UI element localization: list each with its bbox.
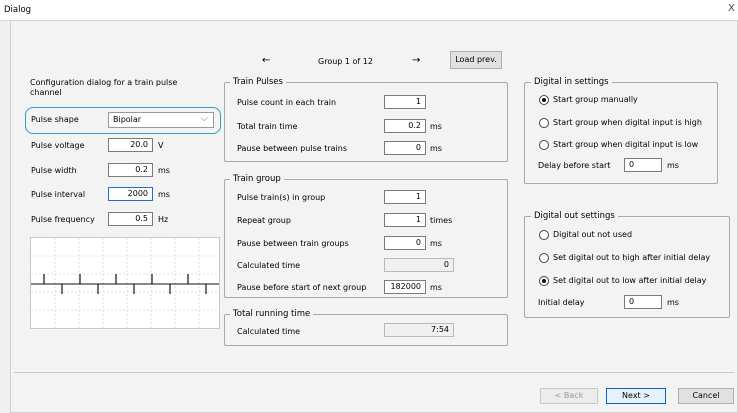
delay-before-start-input[interactable]: 0	[624, 158, 662, 172]
group-indicator: Group 1 of 12	[318, 57, 373, 66]
back-button[interactable]: < Back	[540, 388, 598, 404]
pulse-count-input[interactable]: 1	[384, 95, 426, 109]
start-input-high-radio[interactable]	[539, 118, 549, 128]
total-calculated-time-label: Calculated time	[237, 327, 301, 336]
cancel-button[interactable]: Cancel	[678, 388, 734, 404]
pause-next-group-label: Pause before start of next group	[237, 283, 367, 292]
pulse-shape-dropdown[interactable]: Bipolar ⌵	[108, 112, 214, 128]
start-manual-radio[interactable]	[539, 95, 549, 105]
trains-in-group-input[interactable]: 1	[384, 190, 426, 204]
repeat-group-unit: times	[430, 216, 453, 225]
pulse-frequency-input[interactable]: 0.5	[108, 212, 153, 226]
pause-pulse-trains-unit: ms	[430, 144, 442, 153]
pulse-voltage-label: Pulse voltage	[31, 141, 85, 150]
pulse-interval-input[interactable]: 2000	[108, 187, 153, 201]
prev-arrow-icon[interactable]: ←	[262, 56, 270, 66]
pause-next-group-input[interactable]: 182000	[384, 280, 426, 294]
start-input-low-radio[interactable]	[539, 140, 549, 150]
pulse-width-input[interactable]: 0.2	[108, 163, 153, 177]
pulse-shape-value: Bipolar	[113, 115, 142, 124]
pulse-interval-unit: ms	[158, 190, 170, 199]
start-manual-label[interactable]: Start group manually	[553, 95, 638, 105]
calculated-time-label: Calculated time	[237, 261, 301, 270]
pause-train-groups-input[interactable]: 0	[384, 236, 426, 250]
digital-out-not-used-radio[interactable]	[539, 230, 549, 240]
calculated-time-field: 0	[384, 258, 454, 272]
initial-delay-label: Initial delay	[538, 298, 585, 307]
load-prev-button[interactable]: Load prev.	[450, 51, 502, 69]
footer-divider	[14, 372, 734, 373]
pulse-shape-label: Pulse shape	[31, 115, 79, 124]
delay-before-start-unit: ms	[667, 161, 679, 170]
digital-out-legend: Digital out settings	[531, 211, 618, 221]
total-train-time-input[interactable]: 0.2	[384, 119, 426, 133]
digital-out-not-used-label[interactable]: Digital out not used	[553, 230, 632, 240]
pulse-count-label: Pulse count in each train	[237, 98, 337, 107]
pause-pulse-trains-input[interactable]: 0	[384, 141, 426, 155]
close-icon[interactable]: X	[728, 3, 735, 14]
repeat-group-label: Repeat group	[237, 216, 291, 225]
pause-pulse-trains-label: Pause between pulse trains	[237, 144, 347, 153]
pulse-interval-label: Pulse interval	[31, 190, 86, 199]
pulse-width-unit: ms	[158, 166, 170, 175]
next-arrow-icon[interactable]: →	[412, 56, 420, 66]
start-input-low-label[interactable]: Start group when digital input is low	[553, 140, 698, 150]
pulse-width-label: Pulse width	[31, 166, 77, 175]
train-pulses-legend: Train Pulses	[230, 77, 286, 87]
total-train-time-label: Total train time	[237, 122, 298, 131]
pulse-frequency-label: Pulse frequency	[31, 215, 95, 224]
pulse-frequency-unit: Hz	[158, 215, 169, 224]
pulse-voltage-unit: V	[158, 141, 164, 150]
digital-out-high-radio[interactable]	[539, 253, 549, 263]
pause-train-groups-unit: ms	[430, 239, 442, 248]
train-group-legend: Train group	[230, 174, 284, 184]
delay-before-start-label: Delay before start	[538, 161, 611, 170]
pulse-voltage-input[interactable]: 20.0	[108, 138, 153, 152]
pause-train-groups-label: Pause between train groups	[237, 239, 349, 248]
dialog-description: Configuration dialog for a train pulse c…	[30, 78, 178, 97]
pulse-preview-plot	[30, 237, 220, 329]
initial-delay-input[interactable]: 0	[624, 295, 662, 309]
total-train-time-unit: ms	[430, 122, 442, 131]
start-input-high-label[interactable]: Start group when digital input is high	[553, 118, 702, 128]
repeat-group-input[interactable]: 1	[384, 213, 426, 227]
digital-out-low-radio[interactable]	[539, 276, 549, 286]
title-bar: Dialog X	[0, 0, 738, 21]
digital-out-low-label[interactable]: Set digital out to low after initial del…	[553, 276, 706, 286]
pause-next-group-unit: ms	[430, 283, 442, 292]
next-button[interactable]: Next >	[606, 388, 666, 404]
trains-in-group-label: Pulse train(s) in group	[237, 193, 326, 202]
initial-delay-unit: ms	[667, 298, 679, 307]
total-running-legend: Total running time	[230, 309, 314, 319]
digital-out-high-label[interactable]: Set digital out to high after initial de…	[553, 253, 710, 263]
total-calculated-time-field: 7:54	[384, 323, 454, 337]
chevron-down-icon: ⌵	[201, 114, 208, 124]
window-title: Dialog	[4, 5, 32, 15]
digital-in-legend: Digital in settings	[531, 77, 612, 87]
